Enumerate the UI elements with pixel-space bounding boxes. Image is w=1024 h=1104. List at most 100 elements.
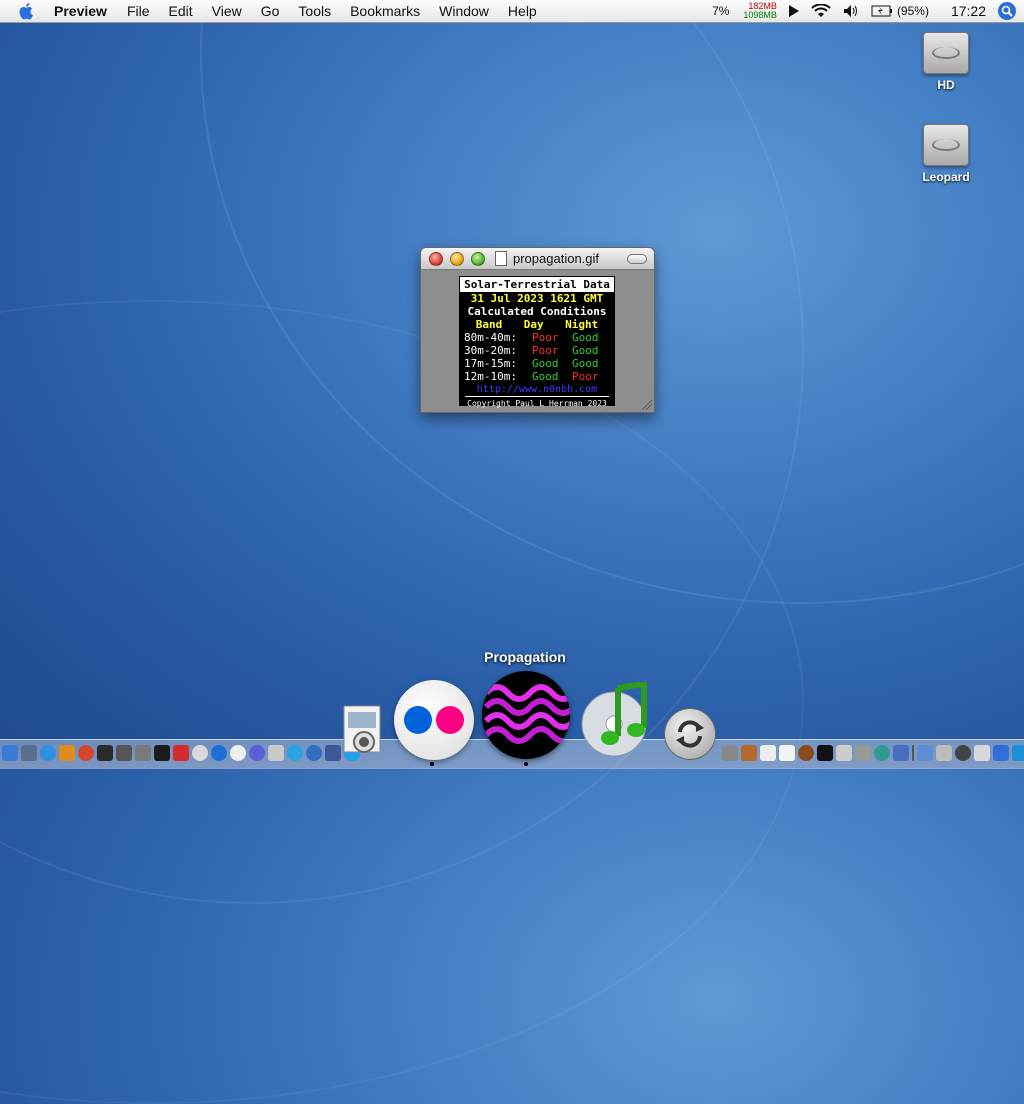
- calendar-icon[interactable]: [779, 745, 795, 761]
- app-icon[interactable]: [974, 745, 990, 761]
- mastodon-icon[interactable]: [249, 745, 265, 761]
- globe-icon[interactable]: [40, 745, 56, 761]
- row-night: Good: [572, 331, 599, 344]
- propagation-row: 30m-20m: Poor Good: [459, 344, 615, 357]
- column-night: Night: [565, 318, 599, 331]
- app-icon[interactable]: [306, 745, 322, 761]
- finder-icon[interactable]: [2, 745, 18, 761]
- play-icon[interactable]: [788, 5, 799, 17]
- sync-arrows-icon: [676, 720, 704, 748]
- propagation-columns: Band Day Night: [459, 318, 615, 331]
- row-day: Good: [532, 370, 559, 383]
- propagation-row: 12m-10m: Good Poor: [459, 370, 615, 383]
- propagation-waves-icon: [483, 684, 570, 744]
- row-night: Poor: [572, 370, 599, 383]
- flickr-pink-dot-icon: [436, 706, 464, 734]
- row-band: 80m-40m:: [464, 331, 517, 344]
- battery-percent: (95%): [896, 4, 929, 18]
- app-icon[interactable]: [78, 745, 94, 761]
- dock-propagation-app[interactable]: [482, 671, 570, 759]
- propagation-copyright: Copyright Paul L Herrman 2023: [467, 399, 607, 408]
- app-icon[interactable]: [230, 745, 246, 761]
- spotlight-search-icon[interactable]: [998, 2, 1016, 20]
- app-icon[interactable]: [21, 745, 37, 761]
- volume-icon[interactable]: [843, 4, 859, 18]
- app-icon[interactable]: [268, 745, 284, 761]
- app-icon[interactable]: [917, 745, 933, 761]
- dock-divider: [912, 745, 914, 761]
- app-icon[interactable]: [893, 745, 909, 761]
- document-proxy-icon[interactable]: [495, 251, 507, 266]
- drive-leopard[interactable]: Leopard: [911, 124, 981, 184]
- app-icon[interactable]: [97, 745, 113, 761]
- menu-edit[interactable]: Edit: [169, 3, 193, 19]
- telegram-icon[interactable]: [287, 745, 303, 761]
- microphone-icon[interactable]: [855, 745, 871, 761]
- app-icon[interactable]: [874, 745, 890, 761]
- battery-icon: [871, 5, 892, 17]
- memory-monitor[interactable]: 182MB 1098MB: [743, 2, 777, 20]
- memory-free: 1098MB: [743, 10, 777, 20]
- propagation-url: http://www.n0nbh.com: [465, 383, 609, 397]
- dock-right-apps: [722, 744, 1024, 762]
- minimize-button[interactable]: [450, 251, 464, 266]
- propagation-image: Solar-Terrestrial Data 31 Jul 2023 1621 …: [459, 276, 615, 408]
- hard-drive-icon: [923, 32, 969, 74]
- running-indicator: [524, 762, 528, 766]
- flickr-blue-dot-icon: [404, 706, 432, 734]
- dock-itunes-app[interactable]: [578, 682, 654, 758]
- app-icon[interactable]: [722, 745, 738, 761]
- wifi-icon[interactable]: [811, 4, 831, 18]
- battery-status[interactable]: (95%): [871, 4, 929, 18]
- row-day: Poor: [532, 344, 559, 357]
- column-day: Day: [523, 318, 544, 331]
- app-icon[interactable]: [59, 745, 75, 761]
- app-icon[interactable]: [173, 745, 189, 761]
- dock-flickr-app[interactable]: [394, 680, 474, 760]
- resize-grip-icon[interactable]: [642, 400, 652, 410]
- hard-drive-icon: [923, 124, 969, 166]
- cpu-usage[interactable]: 7%: [712, 4, 729, 18]
- menu-go[interactable]: Go: [261, 3, 280, 19]
- drive-hd[interactable]: HD: [911, 32, 981, 92]
- app-icon[interactable]: [798, 745, 814, 761]
- dock-preview-app[interactable]: [338, 704, 386, 758]
- close-button[interactable]: [429, 251, 443, 266]
- menu-window[interactable]: Window: [439, 3, 489, 19]
- image-view: Solar-Terrestrial Data 31 Jul 2023 1621 …: [421, 270, 654, 412]
- app-icon[interactable]: [154, 745, 170, 761]
- menu-file[interactable]: File: [127, 3, 150, 19]
- dock-hover-label: Propagation: [484, 649, 566, 665]
- menu-clock[interactable]: 17:22: [951, 3, 986, 19]
- menu-bookmarks[interactable]: Bookmarks: [350, 3, 420, 19]
- apple-menu-icon[interactable]: [18, 2, 36, 20]
- app-icon[interactable]: [760, 745, 776, 761]
- menu-view[interactable]: View: [212, 3, 242, 19]
- row-band: 30m-20m:: [464, 344, 517, 357]
- toolbar-toggle-button[interactable]: [627, 253, 647, 264]
- app-icon[interactable]: [836, 745, 852, 761]
- app-icon[interactable]: [135, 745, 151, 761]
- menu-bar: Preview File Edit View Go Tools Bookmark…: [0, 0, 1024, 23]
- tv-icon[interactable]: [1012, 745, 1024, 761]
- menu-help[interactable]: Help: [508, 3, 537, 19]
- menu-tools[interactable]: Tools: [298, 3, 331, 19]
- drive-label: HD: [937, 78, 955, 92]
- app-icon[interactable]: [936, 745, 952, 761]
- itunes-icon: [581, 682, 647, 757]
- app-icon[interactable]: [211, 745, 227, 761]
- menu-app-name[interactable]: Preview: [54, 3, 107, 19]
- row-band: 17m-15m:: [464, 357, 517, 370]
- app-icon[interactable]: [192, 745, 208, 761]
- zoom-button[interactable]: [471, 251, 485, 266]
- app-icon[interactable]: [955, 745, 971, 761]
- app-icon[interactable]: [741, 745, 757, 761]
- window-titlebar[interactable]: propagation.gif: [421, 248, 654, 270]
- preview-icon: [343, 705, 381, 753]
- app-icon[interactable]: [993, 745, 1009, 761]
- dock-sync-app[interactable]: [664, 708, 716, 760]
- app-icon[interactable]: [116, 745, 132, 761]
- preview-window[interactable]: propagation.gif Solar-Terrestrial Data 3…: [420, 247, 655, 413]
- terminal-icon[interactable]: [817, 745, 833, 761]
- column-band: Band: [475, 318, 503, 331]
